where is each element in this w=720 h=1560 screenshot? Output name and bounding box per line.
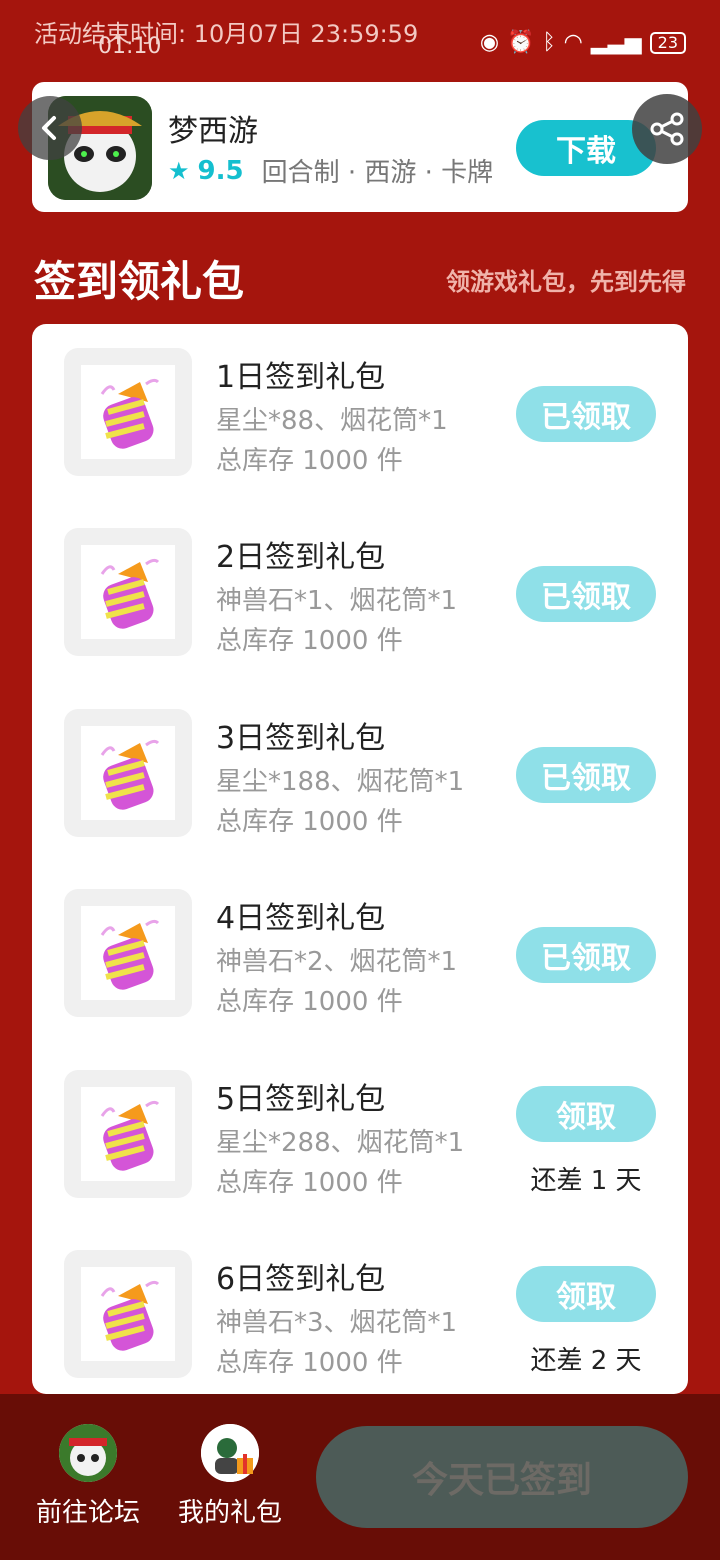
game-name: 梦西游 — [168, 114, 258, 149]
back-chevron-icon — [42, 116, 56, 140]
gift-claimed-button[interactable]: 已领取 — [516, 927, 656, 983]
gift-desc: 神兽石*3、烟花筒*1 — [216, 1308, 458, 1338]
status-icons: ◉ ⏰ ᛒ ◠ ▂▃▅ 23 — [480, 30, 686, 55]
panda-avatar-icon — [59, 1424, 117, 1482]
rating-score: 9.5 — [197, 155, 244, 186]
gift-item: 3日签到礼包 星尘*188、烟花筒*1 总库存 1000 件 已领取 — [32, 685, 688, 837]
gift-title: 2日签到礼包 — [216, 540, 386, 575]
firework-icon — [100, 378, 160, 449]
gift-item: 5日签到礼包 星尘*288、烟花筒*1 总库存 1000 件 领取 还差 1 天 — [32, 1046, 688, 1198]
gift-desc: 星尘*188、烟花筒*1 — [216, 767, 465, 797]
status-time: 01:10 — [98, 34, 162, 59]
gift-thumbnail — [64, 1250, 192, 1378]
wifi-icon: ◠ — [563, 30, 583, 55]
gift-thumbnail — [64, 709, 192, 837]
signed-in-button[interactable]: 今天已签到 — [316, 1426, 688, 1528]
game-card[interactable]: 梦西游 ★ 9.5 回合制 · 西游 · 卡牌 下载 — [32, 82, 688, 212]
share-button[interactable] — [632, 94, 702, 164]
top-bar: 活动结束时间: 10月07日 23:59:59 01:10 ◉ ⏰ ᛒ ◠ ▂▃… — [0, 0, 720, 70]
battery-icon: 23 — [649, 31, 686, 54]
gift-stock: 总库存 1000 件 — [216, 807, 403, 837]
gift-title: 6日签到礼包 — [216, 1262, 386, 1297]
gift-stock: 总库存 1000 件 — [216, 987, 403, 1017]
gift-desc: 神兽石*2、烟花筒*1 — [216, 947, 458, 977]
firework-icon — [100, 739, 160, 810]
star-icon: ★ — [168, 156, 190, 185]
firework-icon — [100, 558, 160, 629]
forum-link[interactable]: 前往论坛 — [28, 1424, 148, 1529]
section-subtitle: 领游戏礼包，先到先得 — [446, 268, 686, 296]
gift-item: 2日签到礼包 神兽石*1、烟花筒*1 总库存 1000 件 已领取 — [32, 504, 688, 656]
signal-icon: ▂▃▅ — [590, 30, 642, 55]
bottom-bar: 前往论坛 我的礼包 今天已签到 — [0, 1394, 720, 1560]
gift-days-remaining: 还差 2 天 — [530, 1346, 642, 1376]
firework-icon — [100, 919, 160, 990]
gift-title: 3日签到礼包 — [216, 721, 386, 756]
gift-stock: 总库存 1000 件 — [216, 1348, 403, 1378]
gift-thumbnail — [64, 528, 192, 656]
gift-claim-button[interactable]: 领取 — [516, 1086, 656, 1142]
gift-thumbnail — [64, 1070, 192, 1198]
gift-claimed-button[interactable]: 已领取 — [516, 747, 656, 803]
gift-desc: 星尘*88、烟花筒*1 — [216, 406, 448, 436]
gift-claimed-button[interactable]: 已领取 — [516, 386, 656, 442]
bluetooth-icon: ᛒ — [542, 30, 556, 55]
gift-claim-button[interactable]: 领取 — [516, 1266, 656, 1322]
firework-icon — [100, 1280, 160, 1351]
alarm-icon: ⏰ — [507, 30, 535, 55]
gift-desc: 神兽石*1、烟花筒*1 — [216, 586, 458, 616]
battery-level: 23 — [657, 32, 678, 52]
gift-claimed-button[interactable]: 已领取 — [516, 566, 656, 622]
gift-stock: 总库存 1000 件 — [216, 626, 403, 656]
gift-stock: 总库存 1000 件 — [216, 1168, 403, 1198]
gift-item: 4日签到礼包 神兽石*2、烟花筒*1 总库存 1000 件 已领取 — [32, 865, 688, 1017]
firework-icon — [100, 1100, 160, 1171]
section-title: 签到领礼包 — [34, 257, 245, 306]
gift-title: 4日签到礼包 — [216, 901, 386, 936]
my-gifts-icon — [201, 1424, 259, 1482]
gift-title: 1日签到礼包 — [216, 360, 386, 395]
gift-item: 1日签到礼包 星尘*88、烟花筒*1 总库存 1000 件 已领取 — [32, 324, 688, 476]
back-button[interactable] — [18, 96, 82, 160]
activity-end-time: 活动结束时间: 10月07日 23:59:59 — [34, 20, 419, 48]
forum-icon — [59, 1424, 117, 1482]
gift-list: 1日签到礼包 星尘*88、烟花筒*1 总库存 1000 件 已领取 2日签到礼包… — [32, 324, 688, 1394]
game-tags: 回合制 · 西游 · 卡牌 — [261, 158, 494, 188]
gift-title: 5日签到礼包 — [216, 1082, 386, 1117]
gift-stock: 总库存 1000 件 — [216, 446, 403, 476]
eye-icon: ◉ — [479, 30, 500, 55]
forum-label: 前往论坛 — [35, 1498, 140, 1528]
gift-desc: 星尘*288、烟花筒*1 — [216, 1128, 465, 1158]
gift-avatar-icon — [201, 1424, 259, 1482]
my-gifts-link[interactable]: 我的礼包 — [170, 1424, 290, 1529]
gift-thumbnail — [64, 889, 192, 1017]
share-icon — [650, 112, 684, 146]
game-rating: ★ 9.5 回合制 · 西游 · 卡牌 — [168, 152, 493, 189]
my-gifts-label: 我的礼包 — [177, 1498, 282, 1528]
gift-days-remaining: 还差 1 天 — [530, 1166, 642, 1196]
gift-thumbnail — [64, 348, 192, 476]
gift-item: 6日签到礼包 神兽石*3、烟花筒*1 总库存 1000 件 领取 还差 2 天 — [32, 1226, 688, 1378]
